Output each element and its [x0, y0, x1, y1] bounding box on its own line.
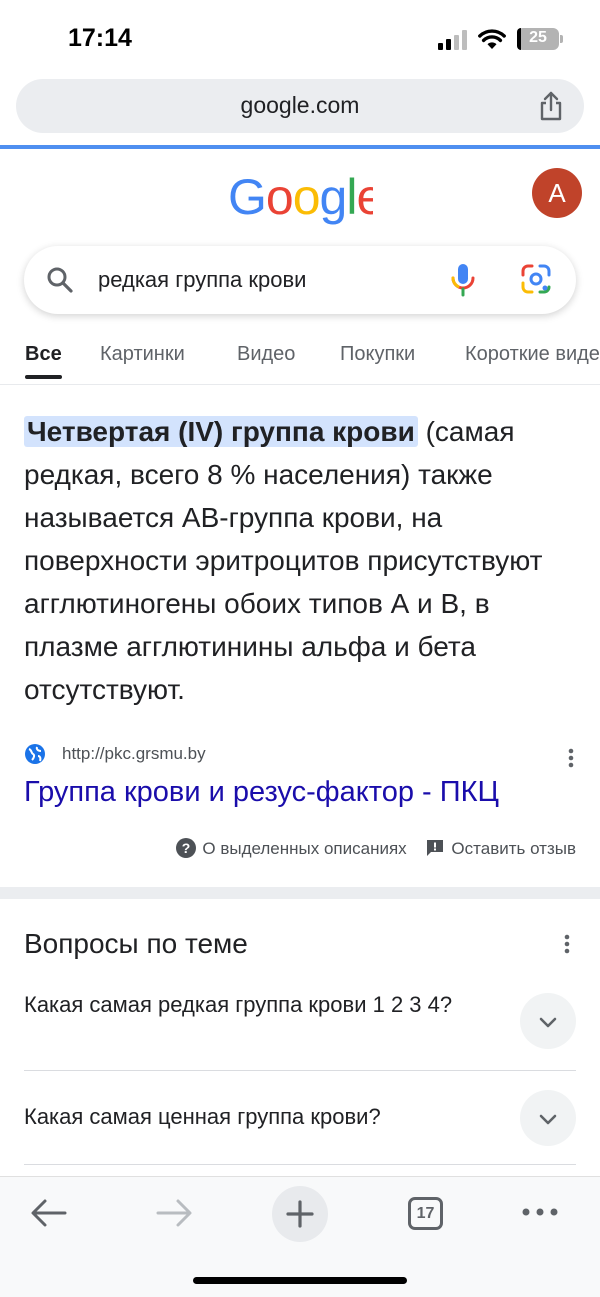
back-arrow-icon[interactable] — [30, 1197, 68, 1229]
featured-snippet-footer: ? О выделенных описаниях Оставить отзыв — [176, 838, 576, 866]
status-time: 17:14 — [68, 24, 132, 52]
related-question-text: Какая самая ценная группа крови? — [24, 1104, 381, 1129]
expand-button[interactable] — [520, 993, 576, 1049]
expand-button[interactable] — [520, 1090, 576, 1146]
battery-level: 25 — [529, 29, 547, 46]
chevron-down-icon — [539, 1114, 557, 1125]
chevron-down-icon — [539, 1017, 557, 1028]
feedback-link[interactable]: Оставить отзыв — [425, 838, 576, 859]
more-menu-icon[interactable] — [521, 1207, 559, 1217]
svg-text:?: ? — [182, 840, 191, 856]
more-options-icon[interactable] — [564, 934, 570, 954]
featured-snippet: Четвертая (IV) группа крови (самая редка… — [24, 410, 580, 711]
status-bar: 17:14 25 — [0, 0, 600, 78]
address-url[interactable]: google.com — [16, 92, 584, 119]
tab-all[interactable]: Все — [25, 343, 62, 379]
search-input[interactable]: редкая группа крови — [98, 267, 306, 293]
feedback-label: Оставить отзыв — [451, 839, 576, 859]
snippet-text: (самая редкая, всего 8 % населения) такж… — [24, 416, 543, 705]
svg-text:Google: Google — [228, 169, 373, 225]
search-tabs: Все Картинки Видео Покупки Короткие виде… — [0, 330, 600, 385]
result-source[interactable]: http://pkc.grsmu.by — [24, 740, 580, 770]
google-lens-icon[interactable] — [520, 263, 552, 295]
more-options-icon[interactable] — [568, 748, 574, 768]
battery-icon: 25 — [517, 28, 563, 50]
about-featured-label: О выделенных описаниях — [202, 839, 407, 859]
related-question-text: Какая самая редкая группа крови 1 2 3 4? — [24, 992, 453, 1017]
tab-images[interactable]: Картинки — [100, 343, 185, 366]
wifi-icon — [478, 29, 506, 49]
share-icon[interactable] — [538, 91, 564, 121]
plus-icon — [286, 1200, 314, 1228]
address-bar[interactable]: google.com — [16, 79, 584, 133]
result-title-link[interactable]: Группа крови и резус-фактор - ПКЦ — [24, 776, 499, 809]
tab-shopping[interactable]: Покупки — [340, 343, 415, 366]
cellular-signal-icon — [438, 30, 468, 50]
tab-videos[interactable]: Видео — [237, 343, 295, 366]
result-url[interactable]: http://pkc.grsmu.by — [62, 744, 206, 764]
new-tab-button[interactable] — [272, 1186, 328, 1242]
search-box[interactable]: редкая группа крови — [24, 246, 576, 314]
tab-switcher-button[interactable]: 17 — [408, 1197, 443, 1230]
google-logo[interactable]: Google — [228, 168, 373, 228]
help-icon: ? — [176, 838, 197, 859]
related-question[interactable]: Какая самая редкая группа крови 1 2 3 4? — [24, 976, 576, 1071]
search-icon — [47, 267, 73, 293]
section-divider — [0, 887, 600, 899]
about-featured-snippets[interactable]: ? О выделенных описаниях — [176, 838, 407, 859]
forward-arrow-icon[interactable] — [155, 1197, 193, 1229]
related-question[interactable]: Какая самая ценная группа крови? — [24, 1071, 576, 1165]
microphone-icon[interactable] — [450, 262, 476, 298]
related-questions-title: Вопросы по теме — [24, 928, 248, 959]
snippet-highlight: Четвертая (IV) группа крови — [24, 416, 418, 447]
home-indicator[interactable] — [193, 1277, 407, 1284]
page-load-progress — [0, 145, 600, 149]
globe-icon — [25, 744, 45, 764]
account-avatar[interactable]: A — [532, 168, 582, 218]
tab-short-videos[interactable]: Короткие видео — [465, 343, 600, 366]
feedback-icon — [427, 840, 444, 857]
